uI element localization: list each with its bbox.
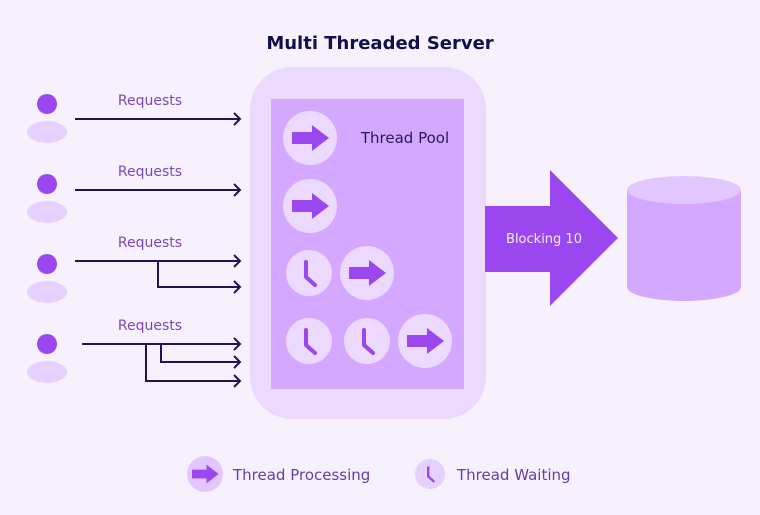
multi-threaded-server-diagram: Multi Threaded Server Requests Requests … bbox=[27, 33, 741, 492]
thread-pool-label: Thread Pool bbox=[360, 129, 449, 147]
user-body-icon bbox=[27, 361, 67, 383]
user-head-icon bbox=[37, 254, 57, 274]
user-body-icon bbox=[27, 281, 67, 303]
request-label: Requests bbox=[118, 318, 182, 334]
thread-processing bbox=[398, 314, 452, 368]
user-head-icon bbox=[37, 334, 57, 354]
client-2: Requests bbox=[27, 164, 242, 223]
legend-item-waiting bbox=[415, 459, 445, 489]
client-1: Requests bbox=[27, 93, 242, 143]
request-arrow-split bbox=[75, 254, 242, 294]
user-body-icon bbox=[27, 121, 67, 143]
thread-processing bbox=[283, 111, 337, 165]
request-label: Requests bbox=[118, 93, 182, 109]
client-4: Requests bbox=[27, 318, 242, 388]
legend-label: Thread Processing bbox=[232, 466, 370, 484]
blocking-arrow: Blocking 10 bbox=[485, 170, 618, 306]
legend-item-processing bbox=[187, 456, 223, 492]
legend: Thread Processing Thread Waiting bbox=[187, 456, 571, 492]
request-arrow-split bbox=[82, 337, 242, 388]
user-body-icon bbox=[27, 201, 67, 223]
user-head-icon bbox=[37, 94, 57, 114]
server: Thread Pool bbox=[250, 67, 486, 419]
thread-waiting bbox=[286, 250, 332, 296]
request-label: Requests bbox=[118, 235, 182, 251]
thread-waiting bbox=[344, 318, 390, 364]
request-arrow bbox=[75, 183, 242, 197]
database-cylinder-icon bbox=[627, 176, 741, 301]
legend-label: Thread Waiting bbox=[456, 466, 571, 484]
request-arrow bbox=[75, 112, 242, 126]
user-head-icon bbox=[37, 174, 57, 194]
client-3: Requests bbox=[27, 235, 242, 303]
thread-processing bbox=[283, 179, 337, 233]
diagram-title: Multi Threaded Server bbox=[266, 33, 493, 54]
blocking-label: Blocking 10 bbox=[506, 232, 582, 247]
thread-processing bbox=[340, 246, 394, 300]
thread-waiting bbox=[286, 318, 332, 364]
request-label: Requests bbox=[118, 164, 182, 180]
